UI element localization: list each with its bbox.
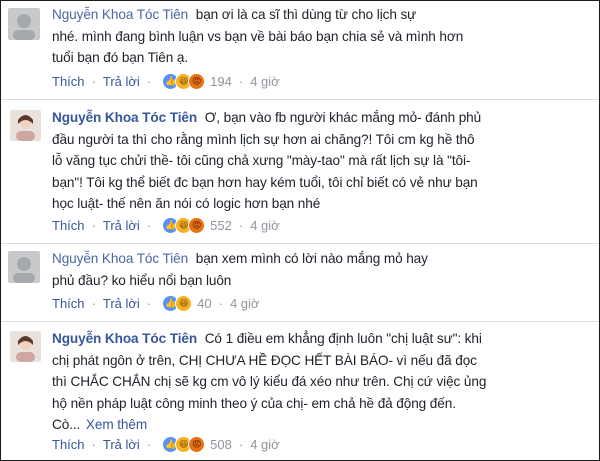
like-link[interactable]: Thích [52, 437, 85, 452]
separator-dot: · [238, 73, 244, 89]
like-link[interactable]: Thích [52, 74, 85, 89]
comment-text-line: bạn xem mình có lời nào mắng mỏ hay [195, 251, 428, 266]
comment-author[interactable]: Nguyễn Khoa Tóc Tiên [52, 251, 188, 266]
comment-text-line: bạn ơi là ca sĩ thì dùng từ cho lịch sự [195, 7, 417, 22]
divider [1, 321, 599, 322]
comment-timestamp[interactable]: 4 giờ [230, 296, 260, 311]
see-more-link[interactable]: Xem thêm [86, 417, 147, 432]
comment-actions: Thích · Trả lời · 👍 😆 😡 194 · 4 giờ [52, 72, 280, 90]
comment-timestamp[interactable]: 4 giờ [250, 218, 280, 233]
comment-text-line: thì CHẮC CHẮN chị sẽ kg cm vô lý kiểu đá… [52, 374, 487, 389]
reaction-count[interactable]: 552 [210, 218, 232, 233]
haha-reaction-icon: 😆 [175, 294, 193, 312]
separator-dot: · [91, 436, 96, 452]
separator-dot: · [91, 217, 96, 233]
like-link[interactable]: Thích [52, 296, 85, 311]
comment-actions: Thích · Trả lời · 👍 😆 40 · 4 giờ [52, 294, 259, 312]
separator-dot: · [218, 295, 223, 311]
reply-link[interactable]: Trả lời [103, 437, 140, 452]
comment-timestamp[interactable]: 4 giờ [250, 437, 280, 452]
reaction-icons[interactable]: 👍 😆 [162, 294, 193, 312]
comment-body: Nguyễn Khoa Tóc Tiên Có 1 điều em khẳng … [52, 328, 594, 436]
separator-dot: · [146, 217, 152, 233]
comment-text-line: Cò... [52, 417, 81, 432]
comment-thread: Nguyễn Khoa Tóc Tiên bạn ơi là ca sĩ thì… [0, 0, 600, 461]
reaction-count[interactable]: 194 [210, 74, 232, 89]
comment-author[interactable]: Nguyễn Khoa Tóc Tiên [52, 110, 197, 125]
separator-dot: · [238, 436, 244, 452]
divider [1, 243, 599, 244]
comment-text-line: học luật- thế nên ăn nói có logic hơn bạ… [52, 196, 321, 211]
separator-dot: · [146, 295, 152, 311]
avatar-toc-tien[interactable] [10, 110, 41, 141]
reaction-icons[interactable]: 👍 😆 😡 [162, 435, 206, 453]
avatar-blurred[interactable] [8, 8, 40, 40]
angry-reaction-icon: 😡 [188, 435, 206, 453]
reaction-icons[interactable]: 👍 😆 😡 [162, 72, 206, 90]
comment-body: Nguyễn Khoa Tóc Tiên bạn ơi là ca sĩ thì… [52, 4, 594, 69]
comment-text-line: Có 1 điều em khẳng định luôn "chị luật s… [204, 331, 482, 346]
comment-text-line: nhé. mình đang bình luận vs bạn về bài b… [52, 28, 464, 44]
separator-dot: · [91, 73, 96, 89]
angry-reaction-icon: 😡 [188, 216, 206, 234]
reaction-count[interactable]: 40 [197, 296, 211, 311]
comment-text-line: chị phát ngôn ở trên, CHỊ CHƯA HỀ ĐỌC HẾ… [52, 352, 477, 368]
reply-link[interactable]: Trả lời [103, 296, 140, 311]
reaction-count[interactable]: 508 [210, 437, 232, 452]
comment-text-line: Ơ, bạn vào fb người khác mắng mỏ- đánh p… [204, 110, 482, 125]
reply-link[interactable]: Trả lời [103, 74, 140, 89]
reaction-icons[interactable]: 👍 😆 😡 [162, 216, 206, 234]
comment-author[interactable]: Nguyễn Khoa Tóc Tiên [52, 7, 188, 22]
reply-link[interactable]: Trả lời [103, 218, 140, 233]
avatar-blurred[interactable] [8, 251, 40, 283]
comment-actions: Thích · Trả lời · 👍 😆 😡 508 · 4 giờ [52, 435, 280, 453]
comment-text-line: lỗ văng tục chửi thề- tôi cũng chả xưng … [52, 153, 471, 168]
separator-dot: · [146, 73, 152, 89]
comment-body: Nguyễn Khoa Tóc Tiên bạn xem mình có lời… [52, 248, 594, 291]
separator-dot: · [238, 217, 244, 233]
comment-text-line: hộ nền pháp luật công minh theo ý của ch… [52, 395, 456, 411]
divider [1, 99, 599, 100]
comment-body: Nguyễn Khoa Tóc Tiên Ơ, bạn vào fb người… [52, 107, 594, 215]
comment-text-line: phủ đầu? ko hiểu nổi bạn luôn [52, 272, 232, 288]
comment-timestamp[interactable]: 4 giờ [250, 74, 280, 89]
comment-text-line: bạn"! Tôi kg thể biết đc bạn hơn hay kém… [52, 174, 478, 190]
comment-text-line: đầu người ta thì cho rằng mình lịch sự h… [52, 131, 475, 147]
separator-dot: · [146, 436, 152, 452]
comment-actions: Thích · Trả lời · 👍 😆 😡 552 · 4 giờ [52, 216, 280, 234]
avatar-toc-tien[interactable] [10, 331, 41, 362]
angry-reaction-icon: 😡 [188, 72, 206, 90]
separator-dot: · [91, 295, 96, 311]
comment-text-line: tuổi bạn đó bạn Tiên ạ. [52, 50, 189, 65]
comment-author[interactable]: Nguyễn Khoa Tóc Tiên [52, 331, 197, 346]
like-link[interactable]: Thích [52, 218, 85, 233]
